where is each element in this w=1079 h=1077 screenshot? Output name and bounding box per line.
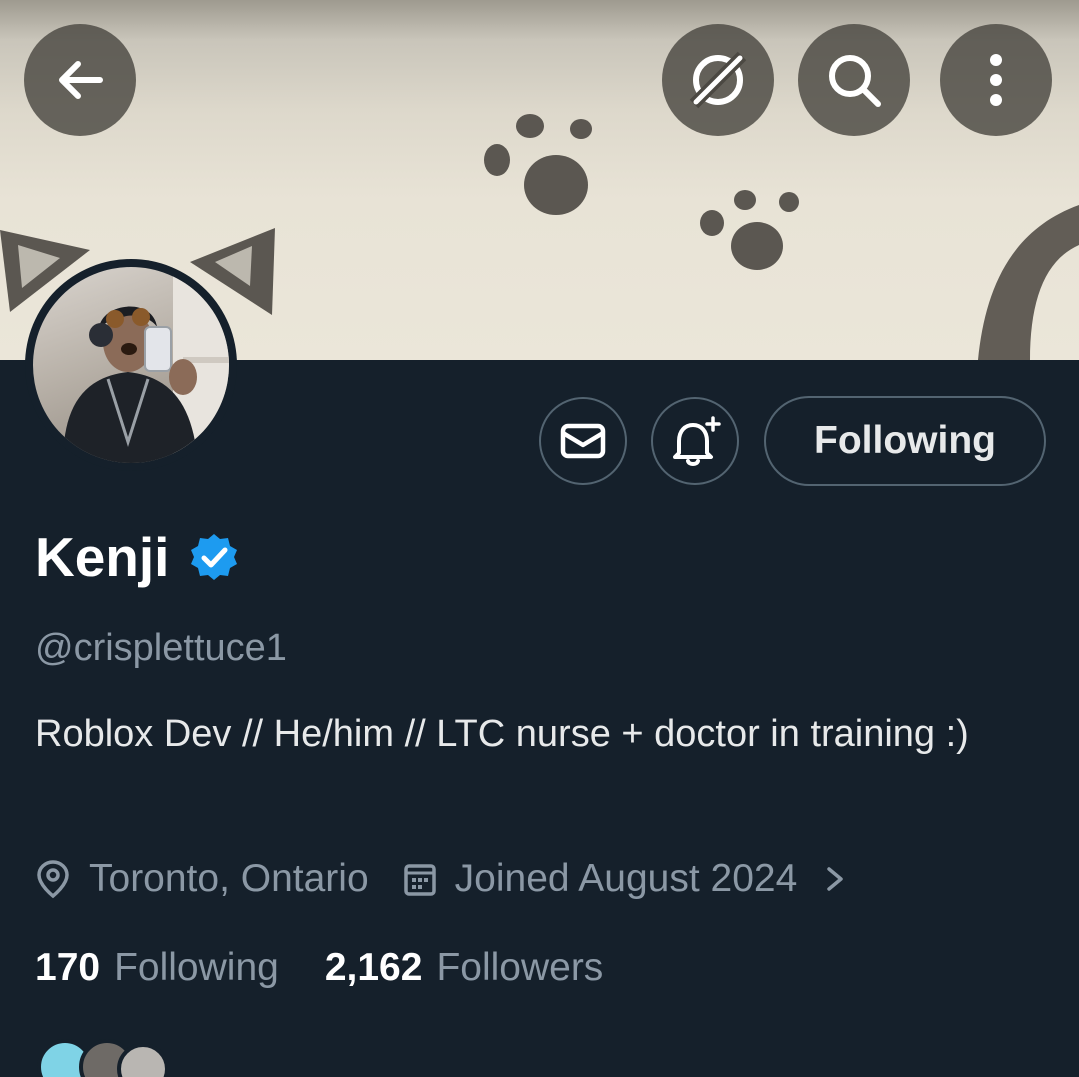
profile-name-row: Kenji [35, 524, 239, 590]
mutual-followers-avatars[interactable] [35, 1037, 165, 1077]
following-stat[interactable]: 170 Following [35, 946, 279, 990]
followers-stat[interactable]: 2,162 Followers [325, 946, 603, 990]
grok-icon [689, 51, 747, 109]
profile-meta: Toronto, Ontario Joined August 2024 [35, 850, 847, 908]
location-pin-icon [37, 860, 69, 899]
display-name: Kenji [35, 526, 170, 588]
message-button[interactable] [539, 397, 627, 485]
joined-date[interactable]: Joined August 2024 [403, 857, 848, 901]
profile-handle: @crisplettuce1 [35, 627, 287, 669]
search-button[interactable] [798, 24, 910, 136]
profile-stats: 170 Following 2,162 Followers [35, 940, 603, 996]
more-vertical-icon [990, 54, 1002, 106]
search-icon [829, 55, 881, 107]
chevron-right-icon [827, 867, 844, 891]
grok-button[interactable] [662, 24, 774, 136]
followers-count: 2,162 [324, 946, 423, 989]
following-label: Following [114, 946, 279, 989]
avatar[interactable] [25, 259, 237, 471]
mail-icon [560, 423, 606, 459]
following-count: 170 [35, 946, 101, 989]
more-options-button[interactable] [940, 24, 1052, 136]
profile-bio: Roblox Dev // He/him // LTC nurse + doct… [35, 713, 969, 755]
verified-badge-icon[interactable] [189, 532, 239, 582]
calendar-icon [403, 864, 436, 896]
arrow-left-icon [59, 61, 103, 99]
location-text: Toronto, Ontario [89, 857, 369, 900]
followers-label: Followers [436, 946, 604, 989]
avatar-image [33, 267, 229, 463]
location: Toronto, Ontario [35, 857, 369, 901]
notifications-button[interactable] [651, 397, 739, 485]
joined-text: Joined August 2024 [454, 857, 798, 900]
following-button[interactable]: Following [764, 396, 1046, 486]
bell-plus-icon [673, 416, 721, 466]
following-button-label: Following [814, 419, 996, 462]
back-button[interactable] [24, 24, 136, 136]
